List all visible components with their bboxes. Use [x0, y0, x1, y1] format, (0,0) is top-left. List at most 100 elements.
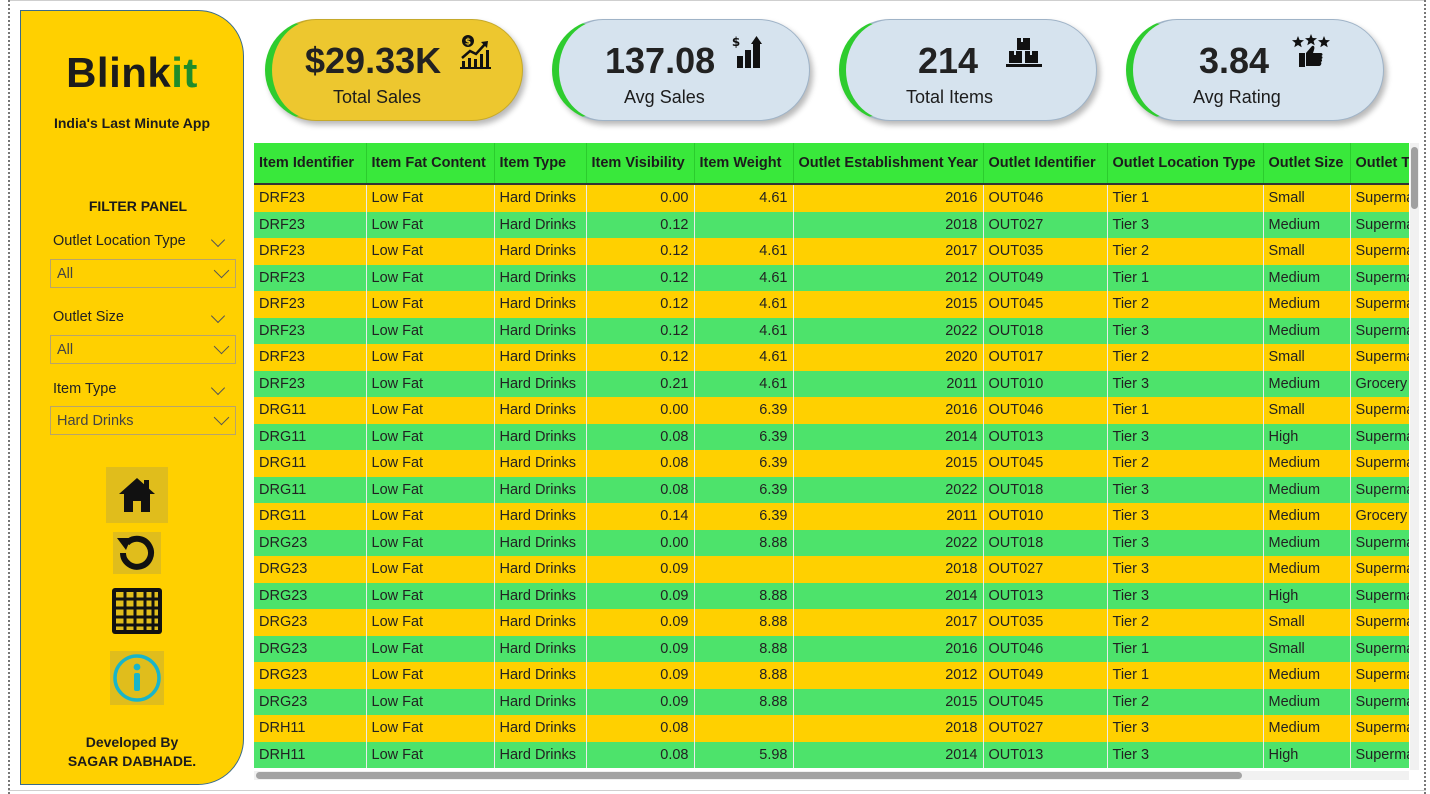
table-row[interactable]: DRG23 Low Fat Hard Drinks 0.09 8.88 2017 OUT03… — [254, 609, 1409, 636]
table-cell: Medium — [1263, 556, 1351, 583]
column-header[interactable]: Item Fat Content — [366, 143, 495, 185]
column-header[interactable]: Outlet Size — [1263, 143, 1351, 185]
chevron-down-icon[interactable] — [210, 308, 226, 324]
table-cell: Medium — [1263, 503, 1351, 530]
table-row[interactable]: DRF23 Low Fat Hard Drinks 0.12 4.61 2020 OUT01… — [254, 344, 1409, 371]
table-row[interactable]: DRF23 Low Fat Hard Drinks 0.12 4.61 2012 OUT04… — [254, 264, 1409, 291]
table-cell: Low Fat — [366, 317, 495, 344]
table-cell: 2014 — [793, 582, 984, 609]
chevron-down-icon[interactable] — [210, 380, 226, 396]
reset-icon — [113, 532, 161, 574]
table-cell: Low Fat — [366, 741, 495, 768]
info-button[interactable] — [110, 651, 164, 705]
column-header[interactable]: Outlet Identifier — [983, 143, 1108, 185]
table-cell: Low Fat — [366, 715, 495, 742]
column-header[interactable]: Item Visibility — [586, 143, 695, 185]
table-icon — [112, 588, 162, 634]
table-row[interactable]: DRF23 Low Fat Hard Drinks 0.00 4.61 2016 OUT04… — [254, 184, 1409, 212]
home-button[interactable] — [106, 467, 168, 523]
table-row[interactable]: DRF23 Low Fat Hard Drinks 0.12 4.61 2017 OUT03… — [254, 238, 1409, 265]
filter-label-text: Item Type — [53, 381, 117, 397]
table-cell: DRG11 — [254, 423, 367, 450]
table-cell: DRH11 — [254, 715, 367, 742]
outlet-location-type-dropdown[interactable]: All — [50, 259, 236, 288]
table-row[interactable]: DRF23 Low Fat Hard Drinks 0.21 4.61 2011 OUT01… — [254, 370, 1409, 397]
table-row[interactable]: DRH11 Low Fat Hard Drinks 0.08 2018 OUT027 Tie… — [254, 715, 1409, 742]
table-cell: Supermarket Type1 — [1350, 741, 1409, 768]
filter-label-item-type[interactable]: Item Type — [53, 380, 233, 397]
table-cell: OUT045 — [983, 450, 1108, 477]
item-type-dropdown[interactable]: Hard Drinks — [50, 406, 236, 435]
table-cell: 4.61 — [694, 291, 794, 318]
table-cell: 0.08 — [586, 741, 695, 768]
filter-label-outlet-size[interactable]: Outlet Size — [53, 308, 233, 325]
table-cell: DRF23 — [254, 264, 367, 291]
table-cell: Medium — [1263, 317, 1351, 344]
table-row[interactable]: DRG11 Low Fat Hard Drinks 0.00 6.39 2016 OUT04… — [254, 397, 1409, 424]
column-header[interactable]: Outlet Establishment Year — [793, 143, 984, 185]
data-table-container[interactable]: Item Identifier Item Fat Content Item Type… — [254, 143, 1409, 770]
horizontal-scrollbar[interactable] — [254, 771, 1409, 780]
table-cell: Low Fat — [366, 184, 495, 212]
table-cell: OUT027 — [983, 715, 1108, 742]
table-row[interactable]: DRG23 Low Fat Hard Drinks 0.09 8.88 2012 OUT04… — [254, 662, 1409, 689]
table-cell: Tier 2 — [1107, 344, 1264, 371]
table-row[interactable]: DRF23 Low Fat Hard Drinks 0.12 4.61 2022 OUT01… — [254, 317, 1409, 344]
table-row[interactable]: DRG11 Low Fat Hard Drinks 0.08 6.39 2014 OUT01… — [254, 423, 1409, 450]
column-header[interactable]: Item Identifier — [254, 143, 367, 185]
table-row[interactable]: DRG23 Low Fat Hard Drinks 0.09 8.88 2016 OUT04… — [254, 635, 1409, 662]
table-cell: 0.14 — [586, 503, 695, 530]
table-row[interactable]: DRG23 Low Fat Hard Drinks 0.09 8.88 2014 OUT01… — [254, 582, 1409, 609]
vertical-scrollbar[interactable] — [1410, 143, 1419, 770]
info-icon — [113, 654, 161, 702]
table-cell: 2012 — [793, 662, 984, 689]
table-row[interactable]: DRG11 Low Fat Hard Drinks 0.08 6.39 2015 OUT04… — [254, 450, 1409, 477]
chevron-down-icon[interactable] — [210, 232, 226, 248]
outlet-size-dropdown[interactable]: All — [50, 335, 236, 364]
table-cell: DRG23 — [254, 556, 367, 583]
table-cell: Low Fat — [366, 291, 495, 318]
table-cell: DRG11 — [254, 397, 367, 424]
table-cell: 2014 — [793, 423, 984, 450]
table-row[interactable]: DRG11 Low Fat Hard Drinks 0.08 6.39 2022 OUT01… — [254, 476, 1409, 503]
column-header[interactable]: Item Weight — [694, 143, 794, 185]
table-cell: Low Fat — [366, 503, 495, 530]
table-cell: 2018 — [793, 211, 984, 238]
table-cell: 0.09 — [586, 609, 695, 636]
table-cell: OUT046 — [983, 397, 1108, 424]
kpi-card-avg-sales: 137.08 Avg Sales $ — [552, 19, 810, 121]
table-cell: High — [1263, 582, 1351, 609]
table-row[interactable]: DRF23 Low Fat Hard Drinks 0.12 2018 OUT027 Tie… — [254, 211, 1409, 238]
table-cell: OUT010 — [983, 370, 1108, 397]
chevron-down-icon — [213, 262, 230, 279]
horizontal-scrollbar-thumb[interactable] — [256, 772, 1242, 779]
table-view-button[interactable] — [106, 585, 168, 637]
table-row[interactable]: DRG23 Low Fat Hard Drinks 0.09 8.88 2015 OUT04… — [254, 688, 1409, 715]
table-cell: Hard Drinks — [494, 264, 587, 291]
table-row[interactable]: DRG23 Low Fat Hard Drinks 0.09 2018 OUT027 Tie… — [254, 556, 1409, 583]
table-cell: 2020 — [793, 344, 984, 371]
table-cell: 6.39 — [694, 503, 794, 530]
table-row[interactable]: DRH11 Low Fat Hard Drinks 0.08 5.98 2014 OUT01… — [254, 741, 1409, 768]
table-cell: 0.12 — [586, 291, 695, 318]
table-row[interactable]: DRG23 Low Fat Hard Drinks 0.00 8.88 2022 OUT01… — [254, 529, 1409, 556]
table-cell: 2015 — [793, 450, 984, 477]
column-header[interactable]: Item Type — [494, 143, 587, 185]
table-row[interactable]: DRF23 Low Fat Hard Drinks 0.12 4.61 2015 OUT04… — [254, 291, 1409, 318]
filter-label-outlet-location-type[interactable]: Outlet Location Type — [53, 232, 233, 249]
table-cell: Medium — [1263, 688, 1351, 715]
table-cell: 4.61 — [694, 317, 794, 344]
table-cell: Tier 3 — [1107, 211, 1264, 238]
table-cell: 2022 — [793, 317, 984, 344]
table-cell: OUT027 — [983, 556, 1108, 583]
vertical-scrollbar-thumb[interactable] — [1411, 147, 1418, 209]
table-cell: 2014 — [793, 741, 984, 768]
table-cell: 5.98 — [694, 741, 794, 768]
column-header[interactable]: Outlet Location Type — [1107, 143, 1264, 185]
table-cell — [694, 715, 794, 742]
column-header[interactable]: Outlet Type — [1350, 143, 1409, 185]
table-cell: Supermarket Type1 — [1350, 291, 1409, 318]
reset-button[interactable] — [106, 527, 168, 579]
table-cell: Hard Drinks — [494, 184, 587, 212]
table-row[interactable]: DRG11 Low Fat Hard Drinks 0.14 6.39 2011 OUT01… — [254, 503, 1409, 530]
